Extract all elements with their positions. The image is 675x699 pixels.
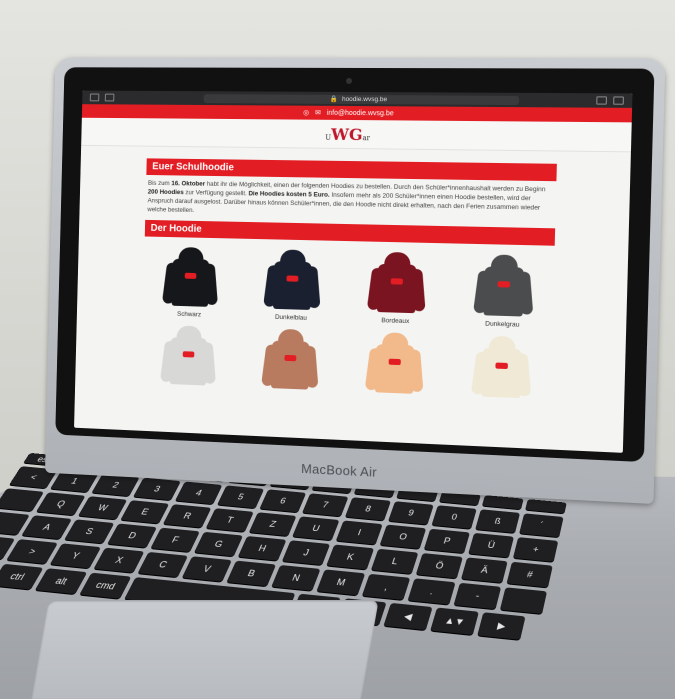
address-bar[interactable]: 🔒 hoodie.wvsg.be: [204, 94, 520, 105]
keyboard-key[interactable]: [482, 495, 524, 509]
instagram-icon[interactable]: ◎: [303, 109, 309, 117]
keyboard-key[interactable]: I: [336, 520, 383, 544]
keyboard-key[interactable]: D: [107, 523, 157, 547]
main-content: Euer Schulhoodie Bis zum 16. Oktober hab…: [75, 146, 631, 408]
laptop-lid: 🔒 hoodie.wvsg.be ◎ ✉ info@hoodie.wvsg.be…: [45, 58, 665, 504]
hoodie-image[interactable]: [470, 333, 532, 400]
hoodie-item[interactable]: Dunkelgrau: [452, 252, 554, 330]
hoodie-label: Schwarz: [177, 311, 201, 319]
sidebar-button[interactable]: [105, 94, 115, 102]
keyboard-key[interactable]: M: [316, 569, 365, 595]
trackpad[interactable]: [31, 600, 378, 699]
keyboard-key[interactable]: ß: [475, 509, 520, 533]
keyboard-key[interactable]: F: [151, 528, 200, 552]
lock-icon: 🔒: [330, 95, 338, 103]
keyboard-key[interactable]: G: [194, 532, 243, 557]
share-button[interactable]: [596, 96, 607, 104]
keyboard-key[interactable]: X: [94, 548, 145, 573]
keyboard-key[interactable]: V: [182, 556, 232, 581]
keyboard-key[interactable]: B: [227, 561, 277, 587]
keyboard-key[interactable]: 6: [260, 489, 307, 512]
keyboard-key[interactable]: Y: [50, 543, 101, 568]
camera-icon: [346, 78, 352, 84]
keyboard-key[interactable]: 9: [388, 501, 434, 524]
keyboard-key[interactable]: K: [326, 544, 374, 569]
hoodie-item[interactable]: Bordeaux: [347, 249, 447, 326]
keyboard-key[interactable]: U: [292, 516, 339, 540]
keyboard-key[interactable]: J: [282, 540, 330, 565]
hoodie-image[interactable]: [261, 326, 320, 392]
keyboard-key[interactable]: Ü: [468, 533, 514, 558]
hoodie-label: Bordeaux: [381, 317, 409, 325]
hoodie-image[interactable]: [366, 250, 426, 316]
contact-email[interactable]: info@hoodie.wvsg.be: [327, 109, 394, 117]
hoodie-item[interactable]: [141, 322, 236, 391]
intro-paragraph: Bis zum 16. Oktober habt ihr die Möglich…: [147, 179, 554, 222]
keyboard-key[interactable]: Z: [249, 512, 297, 536]
keyboard-key[interactable]: #: [507, 562, 553, 588]
keyboard-key[interactable]: .: [408, 578, 456, 604]
keyboard-key[interactable]: A: [22, 515, 72, 539]
hoodie-image[interactable]: [364, 330, 424, 396]
keyboard-key[interactable]: Ö: [416, 553, 463, 578]
section-title-hoodie: Der Hoodie: [145, 220, 555, 246]
keyboard-key[interactable]: N: [271, 565, 320, 591]
hoodie-item[interactable]: [450, 333, 552, 405]
hoodie-label: Dunkelgrau: [485, 320, 519, 328]
hoodie-label: Dunkelblau: [275, 314, 307, 322]
hoodie-item[interactable]: [345, 329, 444, 400]
keyboard-key[interactable]: ▶: [477, 612, 525, 640]
hoodie-image[interactable]: [162, 245, 219, 309]
laptop-screen: 🔒 hoodie.wvsg.be ◎ ✉ info@hoodie.wvsg.be…: [74, 91, 632, 453]
keyboard-key[interactable]: E: [120, 500, 169, 523]
keyboard-key[interactable]: +: [513, 537, 558, 562]
tabs-button[interactable]: [613, 96, 624, 104]
keyboard-key[interactable]: -: [454, 583, 502, 609]
keyboard-key[interactable]: S: [64, 519, 114, 543]
mail-icon[interactable]: ✉: [315, 109, 321, 117]
keyboard-key[interactable]: L: [371, 549, 418, 574]
url-text: hoodie.wvsg.be: [342, 95, 387, 102]
keyboard-key[interactable]: [500, 587, 547, 614]
hoodie-image[interactable]: [160, 323, 217, 388]
hoodie-item[interactable]: Dunkelblau: [243, 247, 340, 323]
keyboard-key[interactable]: ,: [362, 574, 410, 600]
hoodie-image[interactable]: [473, 252, 535, 319]
hoodie-item[interactable]: [242, 326, 339, 396]
keyboard-key[interactable]: Q: [36, 492, 85, 515]
keyboard-key[interactable]: C: [138, 552, 188, 577]
keyboard-key[interactable]: P: [424, 529, 470, 553]
back-button[interactable]: [90, 94, 100, 102]
keyboard-key[interactable]: ▲▼: [430, 608, 479, 635]
keyboard-key[interactable]: ◀: [383, 603, 432, 630]
keyboard-key[interactable]: cmd: [79, 573, 131, 599]
keyboard-key[interactable]: 7: [302, 493, 348, 516]
section-title-schulhoodie: Euer Schulhoodie: [146, 158, 557, 181]
keyboard-key[interactable]: ´: [519, 513, 563, 537]
keyboard-key[interactable]: 3: [133, 478, 181, 501]
keyboard-key[interactable]: Ä: [461, 557, 508, 582]
keyboard-key[interactable]: W: [78, 496, 127, 519]
hoodie-item[interactable]: Schwarz: [143, 244, 238, 319]
screen-bezel: 🔒 hoodie.wvsg.be ◎ ✉ info@hoodie.wvsg.be…: [55, 67, 654, 462]
keyboard-key[interactable]: 5: [217, 485, 264, 508]
keyboard-key[interactable]: 8: [345, 497, 391, 520]
keyboard-key[interactable]: [525, 499, 567, 513]
keyboard-key[interactable]: O: [380, 525, 427, 549]
keyboard-key[interactable]: alt: [35, 568, 87, 594]
keyboard-key[interactable]: T: [206, 508, 254, 532]
keyboard-key[interactable]: H: [238, 536, 287, 561]
hoodie-image[interactable]: [263, 247, 322, 312]
hoodie-grid: Schwarz Dunkelblau Bordeaux Dunkelgrau: [141, 244, 555, 404]
keyboard-key[interactable]: >: [6, 539, 58, 564]
keyboard-key[interactable]: 4: [175, 482, 222, 505]
keyboard-key[interactable]: R: [163, 504, 211, 528]
keyboard-key[interactable]: 0: [432, 505, 477, 529]
site-logo[interactable]: UWGar: [325, 124, 370, 143]
